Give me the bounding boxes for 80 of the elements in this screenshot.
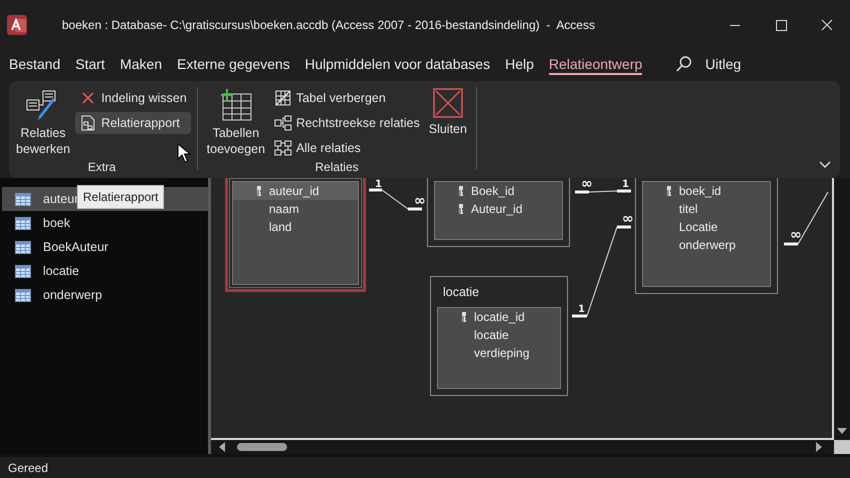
- field-row[interactable]: titel: [643, 200, 770, 218]
- field-row[interactable]: locatie_id: [438, 308, 560, 326]
- field-row[interactable]: auteur_id: [233, 182, 358, 200]
- scroll-down-icon[interactable]: [836, 426, 848, 436]
- menu-tab[interactable]: Start: [75, 53, 105, 75]
- ribbon-button[interactable]: Alle relaties: [270, 137, 424, 159]
- cardinality-label: 1: [375, 179, 382, 190]
- navigation-item[interactable]: locatie: [2, 259, 208, 283]
- navigation-item[interactable]: BoekAuteur: [2, 235, 208, 259]
- field-row[interactable]: locatie: [438, 326, 560, 344]
- direct-relations-icon: [274, 115, 292, 131]
- table-add-icon: [218, 88, 253, 122]
- menu-tab[interactable]: Relatieontwerp: [548, 53, 642, 75]
- cardinality-label: ∞: [790, 227, 802, 243]
- table-box[interactable]: boek_id titel Locatie onderwerp: [635, 178, 778, 294]
- table-icon: [15, 240, 31, 254]
- field-row[interactable]: Locatie: [643, 218, 770, 236]
- key-icon: [460, 311, 468, 323]
- relationship-line[interactable]: [572, 226, 631, 318]
- search-icon[interactable]: [675, 55, 694, 73]
- tell-me-label[interactable]: Uitleg: [705, 53, 742, 75]
- ribbon-button[interactable]: Rechtstreekse relaties: [270, 112, 424, 134]
- scrollbar-corner: [834, 440, 850, 454]
- field-row[interactable]: onderwerp: [643, 236, 770, 254]
- app-logo-icon: [6, 14, 28, 36]
- window-title: boeken : Database- C:\gratiscursus\boeken.accdb (Access 2007 - 2016-bestandsindeling) - Access: [62, 18, 595, 32]
- table-icon: [15, 264, 31, 278]
- cardinality-label: ∞: [622, 211, 634, 227]
- horizontal-scrollbar[interactable]: [211, 440, 850, 454]
- vertical-scrollbar[interactable]: [834, 178, 850, 440]
- cardinality-label: ∞: [414, 193, 426, 209]
- field-row[interactable]: naam: [233, 200, 358, 218]
- field-row[interactable]: Auteur_id: [435, 200, 562, 218]
- cardinality-label: ∞: [581, 178, 593, 192]
- table-title: locatie: [442, 284, 480, 301]
- key-icon: [457, 203, 465, 215]
- table-box[interactable]: auteur_id naam land: [225, 178, 366, 292]
- all-relations-icon: [274, 140, 292, 156]
- scroll-left-icon[interactable]: [217, 441, 227, 453]
- key-icon: [457, 185, 465, 197]
- relationship-line[interactable]: [784, 192, 828, 246]
- ribbon-button[interactable]: Tabel verbergen: [270, 87, 424, 109]
- table-box[interactable]: Boek_id Auteur_id: [427, 178, 570, 247]
- field-row[interactable]: land: [233, 218, 358, 236]
- relationship-line[interactable]: [575, 190, 631, 194]
- ribbon-button[interactable]: Indeling wissen: [75, 87, 191, 109]
- menu-tab[interactable]: Maken: [120, 53, 162, 75]
- table-icon: [15, 216, 31, 230]
- cursor-icon: [177, 143, 191, 163]
- scrollbar-thumb[interactable]: [237, 443, 287, 451]
- field-row[interactable]: Boek_id: [435, 182, 562, 200]
- ribbon-button[interactable]: Relaties bewerken: [13, 85, 74, 160]
- key-icon: [665, 185, 673, 197]
- scroll-right-icon[interactable]: [814, 441, 824, 453]
- report-icon: [80, 115, 96, 131]
- field-row[interactable]: boek_id: [643, 182, 770, 200]
- menu-tab[interactable]: Help: [505, 53, 534, 75]
- menu-tab[interactable]: Bestand: [9, 53, 60, 75]
- field-row[interactable]: verdieping: [438, 344, 560, 362]
- close-icon: [432, 88, 463, 118]
- hide-table-icon: [275, 90, 292, 106]
- ribbon-button[interactable]: Sluiten: [426, 85, 470, 140]
- ribbon-button[interactable]: Relatierapport: [75, 112, 191, 134]
- status-text: Gereed: [8, 460, 48, 474]
- tooltip: Relatierapport: [77, 185, 164, 209]
- delete-x-icon: [81, 91, 96, 105]
- cardinality-label: 1: [622, 179, 629, 190]
- key-icon: [255, 185, 263, 197]
- group-label: Relaties: [315, 160, 358, 174]
- table-box[interactable]: locatie locatie_id locatie verdieping: [430, 276, 568, 396]
- ribbon-button[interactable]: Tabellen toevoegen: [204, 85, 268, 160]
- menu-tab[interactable]: Hulpmiddelen voor databases: [304, 53, 490, 75]
- table-icon: [15, 192, 31, 206]
- navigation-item[interactable]: boek: [2, 211, 208, 235]
- navigation-item[interactable]: onderwerp: [2, 283, 208, 307]
- table-icon: [15, 288, 31, 302]
- cardinality-label: 1: [578, 304, 585, 315]
- chevron-down-icon[interactable]: [818, 160, 832, 170]
- group-label: Extra: [88, 160, 116, 174]
- menu-tab[interactable]: Externe gegevens: [176, 53, 290, 75]
